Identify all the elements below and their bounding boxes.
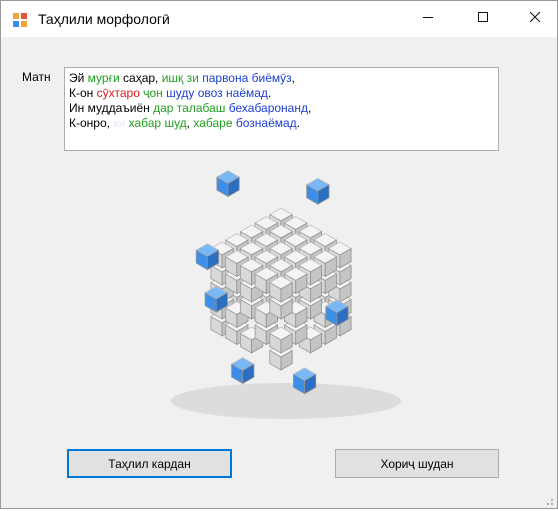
text-word: , [308, 101, 312, 115]
text-word: шуд [164, 116, 187, 130]
minimize-button[interactable] [405, 1, 451, 37]
text-word: биёмӯз [251, 71, 292, 85]
close-icon [529, 10, 541, 28]
minimize-icon [422, 10, 434, 28]
app-grid-icon [12, 12, 28, 28]
text-word: парвона [202, 71, 249, 85]
analyze-button[interactable]: Таҳлил кардан [67, 449, 232, 478]
text-word: . [296, 116, 301, 130]
main-window: Таҳлили морфологӣ Матн Эй мурғи саҳар, и… [0, 0, 558, 509]
maximize-button[interactable] [460, 1, 506, 37]
text-word: Ин муддаъиён [69, 101, 154, 115]
text-word: овоз [197, 86, 223, 100]
text-word: хабаре [193, 116, 233, 130]
text-word: саҳар, [119, 71, 162, 85]
text-word: наёмад [226, 86, 268, 100]
text-word: ишқ [161, 71, 184, 85]
text-word: бознаёмад [235, 116, 297, 130]
maximize-icon [477, 10, 489, 28]
text-label: Матн [22, 70, 51, 84]
text-word: шуду [166, 86, 195, 100]
text-word: . [267, 86, 272, 100]
text-line: К-онро, ки хабар шуд, хабаре бознаёмад. [69, 116, 494, 131]
title-bar[interactable]: Таҳлили морфологӣ [1, 1, 557, 37]
text-word: хабар [128, 116, 162, 130]
text-word: К-онро, [69, 116, 114, 130]
cube-grid-icon [146, 169, 416, 429]
text-line: К-он сӯхтаро ҷон шуду овоз наёмад. [69, 86, 494, 101]
text-word: ки [113, 116, 126, 130]
close-button[interactable] [512, 1, 558, 37]
text-word: Эй [69, 71, 88, 85]
text-input[interactable]: Эй мурғи саҳар, ишқ зи парвона биёмӯз, К-… [64, 67, 499, 151]
text-line: Ин муддаъиён дар талабаш бехабаронанд, [69, 101, 494, 116]
text-word: К-он [69, 86, 97, 100]
text-word: ҷон [143, 86, 163, 100]
text-word: дар [153, 101, 174, 115]
text-word: зи [186, 71, 199, 85]
text-line: Эй мурғи саҳар, ишқ зи парвона биёмӯз, [69, 71, 494, 86]
text-word: , [291, 71, 295, 85]
resize-grip-icon[interactable] [542, 493, 554, 505]
exit-button[interactable]: Хориҷ шудан [335, 449, 499, 478]
window-title: Таҳлили морфологӣ [38, 11, 170, 27]
text-word: талабаш [176, 101, 226, 115]
text-word: бехабаронанд [228, 101, 308, 115]
text-word: сӯхтаро [96, 86, 140, 100]
text-word: мурғи [87, 71, 120, 85]
